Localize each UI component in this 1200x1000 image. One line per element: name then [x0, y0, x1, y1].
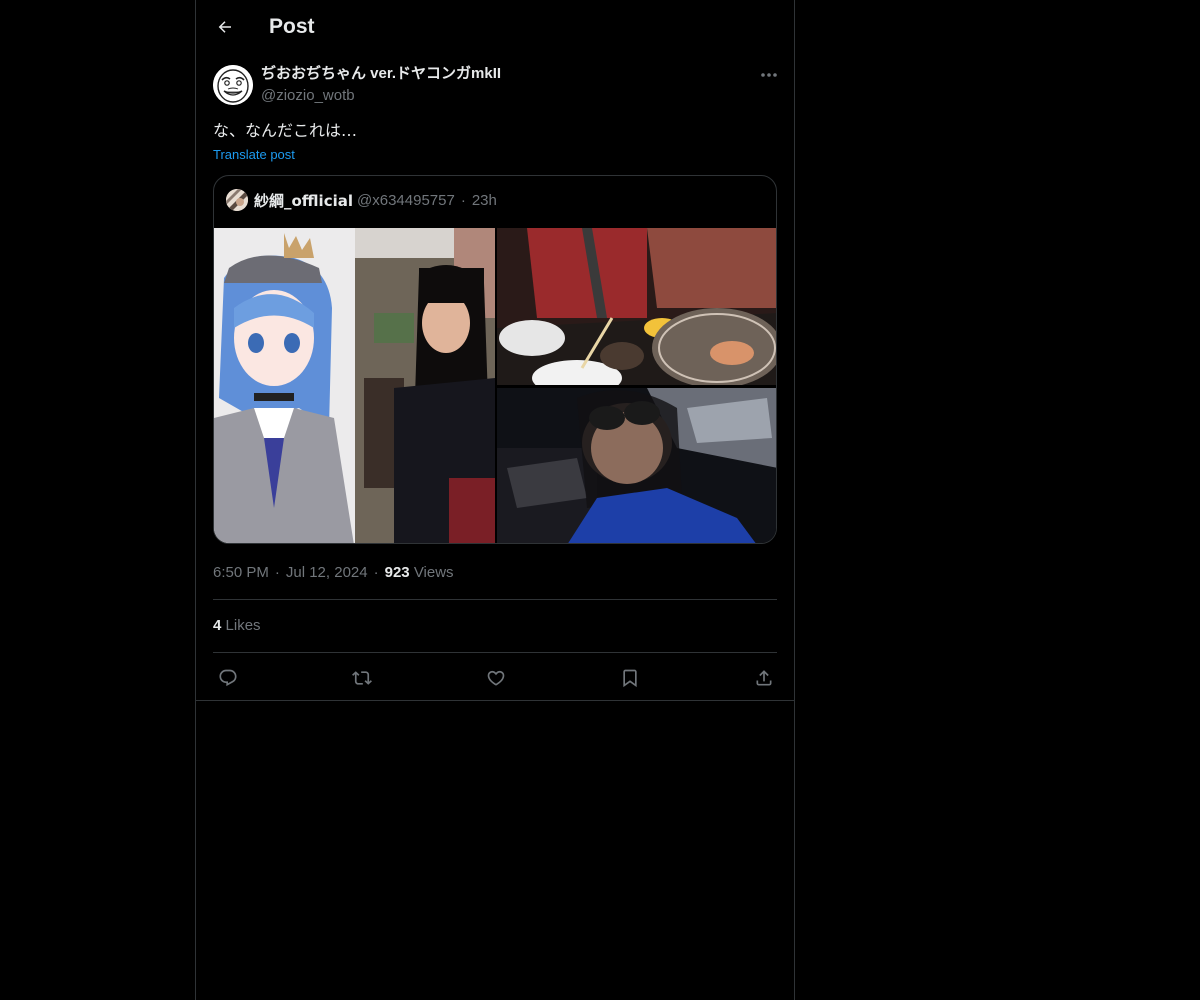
quote-author-handle: @x634495757	[357, 191, 455, 209]
repost-icon	[352, 671, 372, 685]
share-icon	[756, 670, 772, 686]
like-button[interactable]	[482, 664, 510, 692]
author-name[interactable]: ぢおおぢちゃん ver.ドヤコンガmkII	[261, 64, 501, 84]
post-time[interactable]: 6:50 PM	[213, 564, 269, 581]
separator-dot: ·	[460, 191, 466, 209]
likes-count: 4	[213, 617, 222, 634]
divider	[213, 652, 777, 653]
divider	[196, 700, 794, 701]
reply-button[interactable]	[214, 664, 242, 692]
rage-face-avatar	[213, 65, 253, 105]
quote-author-name: 紗綱_offlicial	[254, 191, 353, 210]
likes-label: Likes	[225, 617, 261, 634]
reply-icon	[219, 669, 237, 687]
back-button[interactable]	[208, 10, 242, 44]
divider	[213, 599, 777, 600]
views-count: 923	[384, 564, 410, 581]
repost-button[interactable]	[348, 664, 376, 692]
media-image-2[interactable]	[497, 228, 776, 385]
arrow-left-icon	[218, 21, 231, 33]
author-handle[interactable]: @ziozio_wotb	[261, 86, 355, 106]
likes-stat[interactable]: 4 Likes	[213, 616, 261, 636]
anime-character-with-crown-image	[214, 228, 495, 543]
more-button[interactable]	[756, 64, 782, 86]
media-image-3[interactable]	[497, 388, 776, 543]
media-image-1[interactable]	[214, 228, 495, 543]
quoted-post[interactable]: 紗綱_offlicial @x634495757 · 23h	[213, 175, 777, 544]
media-grid	[214, 228, 776, 543]
separator-dot: ·	[373, 564, 379, 581]
more-horizontal-icon	[761, 73, 777, 77]
woman-in-sunglasses-selfie-image	[497, 388, 776, 543]
main-column: Post ぢおおぢちゃん ver.ドヤコンガmkII @ziozio_wotb …	[195, 0, 795, 1000]
friends-at-yakiniku-grill-image	[497, 228, 776, 385]
translate-post-link[interactable]: Translate post	[213, 147, 295, 163]
quote-time: 23h	[471, 191, 497, 209]
heart-icon	[487, 670, 505, 686]
views-label: Views	[413, 564, 454, 581]
bookmark-button[interactable]	[616, 664, 644, 692]
checker-avatar-icon	[226, 189, 248, 211]
post-text: な、なんだこれは…	[213, 121, 358, 140]
page-title: Post	[269, 15, 315, 38]
post-meta: 6:50 PM · Jul 12, 2024 · 923 Views	[213, 563, 454, 583]
quote-avatar	[226, 189, 248, 211]
post-date[interactable]: Jul 12, 2024	[286, 564, 368, 581]
quoted-post-header: 紗綱_offlicial @x634495757 · 23h	[226, 188, 497, 212]
separator-dot: ·	[274, 564, 280, 581]
bookmark-icon	[623, 669, 637, 688]
share-button[interactable]	[750, 664, 778, 692]
top-bar: Post	[196, 0, 794, 53]
avatar[interactable]	[213, 65, 253, 105]
